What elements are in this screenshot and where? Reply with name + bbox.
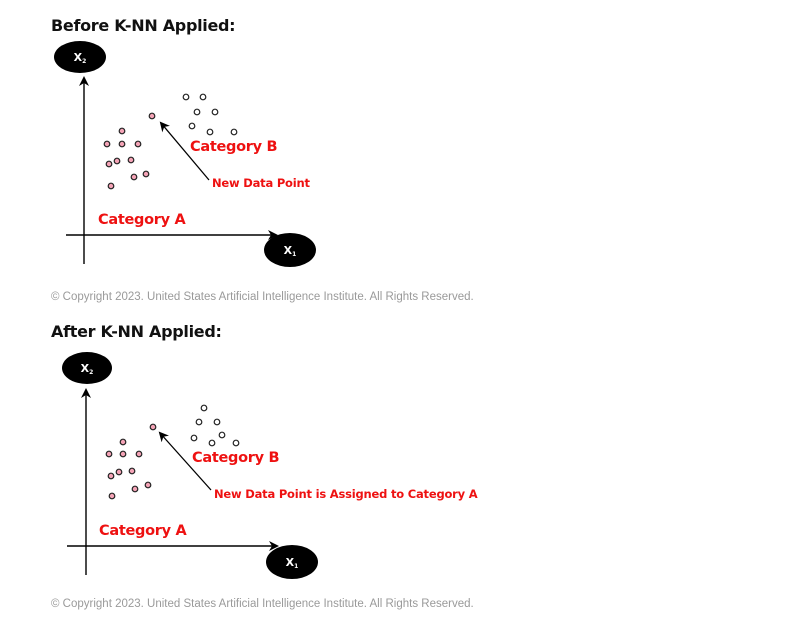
- category-a-point: [105, 450, 113, 458]
- category-a-point: [128, 467, 136, 475]
- category-a-point: [108, 492, 116, 500]
- category-a-point: [107, 472, 115, 480]
- category-b-point: [213, 418, 221, 426]
- category-b-point: [200, 404, 208, 412]
- category-a-point: [119, 450, 127, 458]
- category-b-point: [195, 418, 203, 426]
- category-b-point: [208, 439, 216, 447]
- category-b-points: [190, 404, 240, 447]
- category-a-point: [115, 468, 123, 476]
- category-b-point: [218, 431, 226, 439]
- category-a-label: Category A: [99, 523, 187, 539]
- category-a-point: [135, 450, 143, 458]
- new-point-label: New Data Point is Assigned to Category A: [214, 487, 478, 501]
- category-a-point: [119, 438, 127, 446]
- new-data-point: [149, 423, 157, 431]
- new-data-point-group: [149, 423, 157, 431]
- category-a-point: [131, 485, 139, 493]
- category-b-point: [232, 439, 240, 447]
- knn-diagram-after: X2 X1 Category B New Data Point is Assig…: [62, 352, 478, 579]
- category-b-point: [190, 434, 198, 442]
- category-a-points: [105, 438, 152, 500]
- copyright-notice-after: © Copyright 2023. United States Artifici…: [51, 598, 474, 610]
- category-b-label: Category B: [192, 450, 279, 466]
- category-a-point: [144, 481, 152, 489]
